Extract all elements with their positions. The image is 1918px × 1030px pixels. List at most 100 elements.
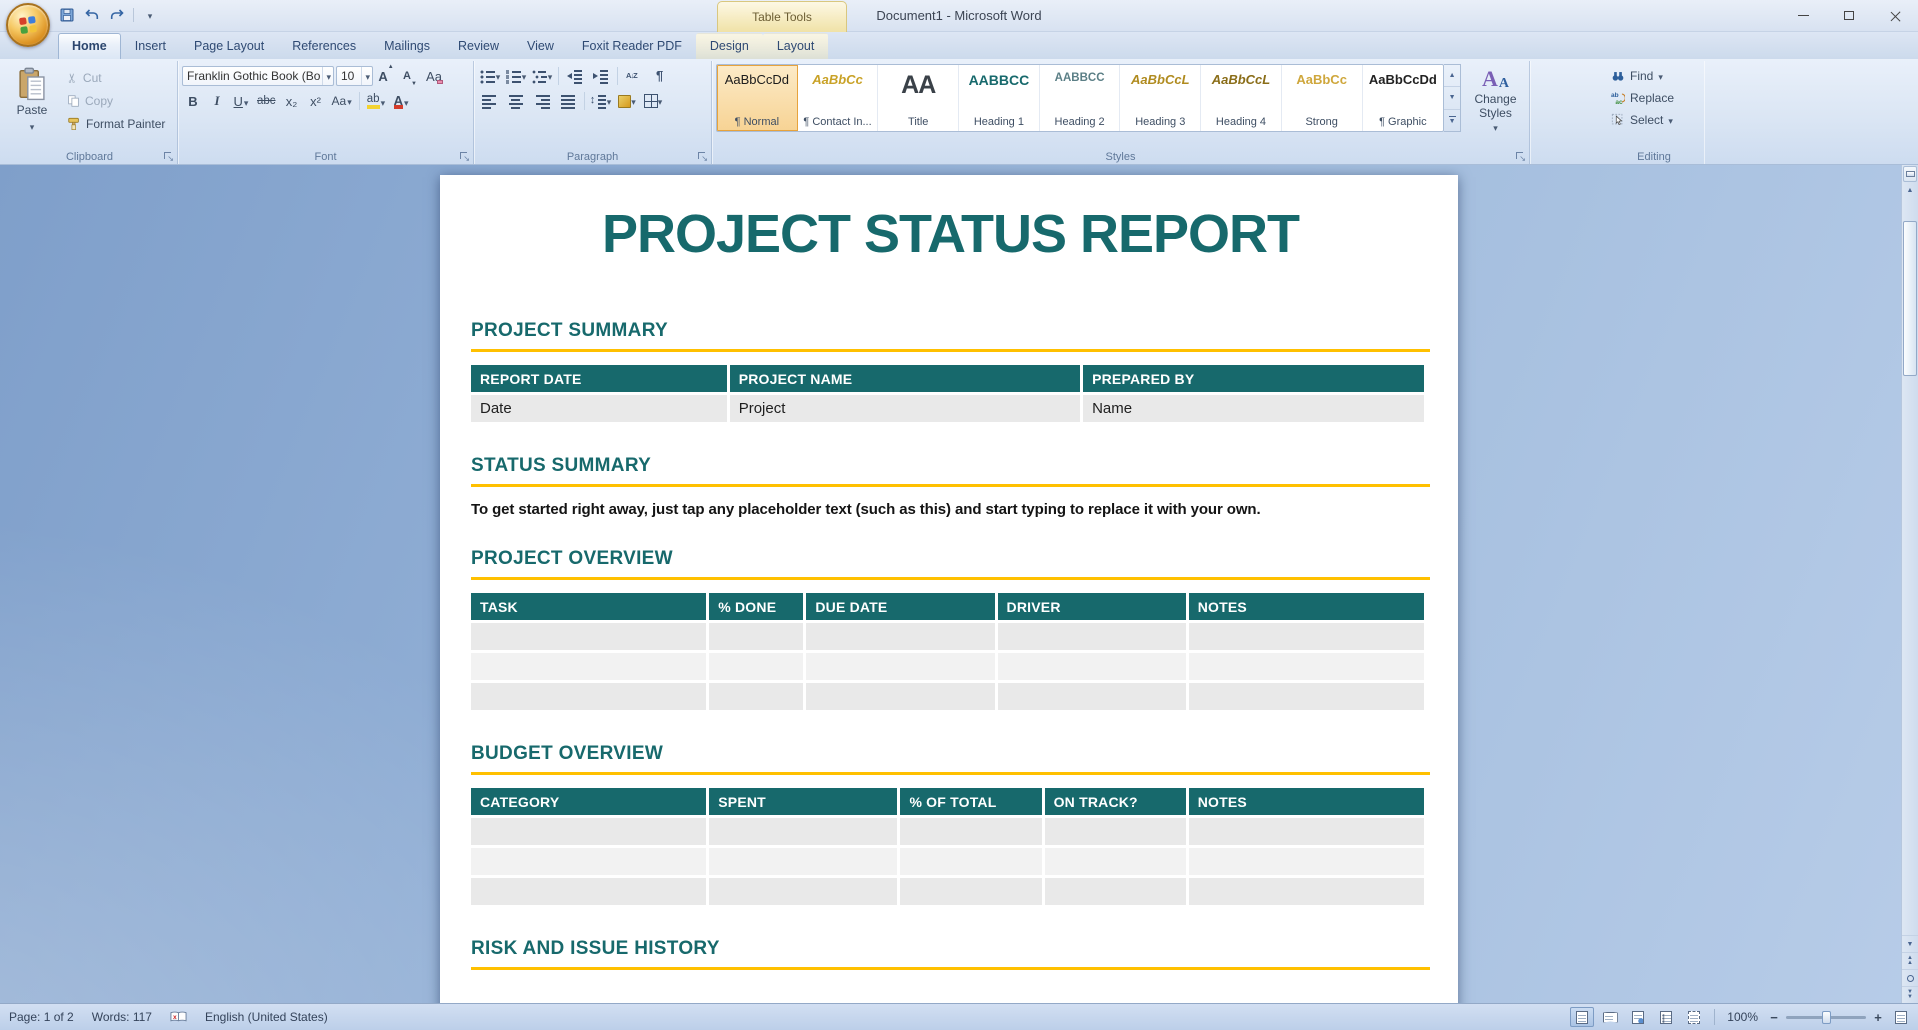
table-cell[interactable] [709,623,803,650]
table-cell[interactable] [1189,623,1424,650]
table-cell[interactable] [998,623,1186,650]
document-title[interactable]: PROJECT STATUS REPORT [471,205,1430,264]
print-layout-view-button[interactable] [1570,1007,1594,1027]
column-header[interactable]: DRIVER [998,593,1186,620]
column-header[interactable]: PREPARED BY [1083,365,1424,392]
tab-insert[interactable]: Insert [121,33,180,59]
scroll-down-button[interactable] [1902,935,1918,952]
table-cell[interactable] [998,683,1186,710]
table-cell[interactable] [1045,848,1186,875]
web-layout-view-button[interactable] [1626,1007,1650,1027]
line-spacing-button[interactable] [589,91,613,112]
style-heading-1[interactable]: AABBCCHeading 1 [959,65,1040,131]
section-heading-budget-overview[interactable]: BUDGET OVERVIEW [471,743,1430,775]
column-header[interactable]: CATEGORY [471,788,706,815]
replace-button[interactable]: abac Replace [1608,87,1700,109]
superscript-button[interactable]: x² [305,91,327,112]
text-highlight-button[interactable]: ab [364,91,388,112]
table-cell[interactable] [471,848,706,875]
styles-scroll-down-button[interactable] [1444,87,1460,109]
table-cell[interactable] [709,878,897,905]
change-styles-button[interactable]: Change Styles [1466,64,1525,134]
word-count[interactable]: Words: 117 [83,1004,161,1030]
style-strong[interactable]: AaBbCcStrong [1282,65,1363,131]
shading-button[interactable] [615,91,639,112]
paste-button[interactable]: Paste [6,63,58,148]
vertical-scrollbar[interactable] [1901,165,1918,1003]
font-dialog-launcher[interactable] [458,150,470,162]
align-left-button[interactable] [478,91,502,112]
table-cell[interactable] [900,848,1041,875]
find-button[interactable]: Find [1608,65,1700,87]
align-center-button[interactable] [504,91,528,112]
undo-button[interactable] [81,4,103,26]
language-indicator[interactable]: English (United States) [196,1004,337,1030]
multilevel-list-button[interactable] [530,66,554,87]
style-heading-4[interactable]: AaBbCcLHeading 4 [1201,65,1282,131]
scrollbar-thumb[interactable] [1903,221,1917,376]
format-painter-button[interactable]: Format Painter [62,113,170,134]
shrink-font-button[interactable]: A [399,66,421,87]
style-heading-2[interactable]: AABBCCHeading 2 [1040,65,1121,131]
minimize-button[interactable] [1780,0,1826,31]
table-cell[interactable] [471,683,706,710]
table-cell[interactable] [709,683,803,710]
column-header[interactable]: NOTES [1189,593,1424,620]
tab-references[interactable]: References [278,33,370,59]
next-page-button[interactable] [1902,986,1918,1003]
subscript-button[interactable]: x₂ [281,91,303,112]
column-header[interactable]: DUE DATE [806,593,994,620]
strikethrough-button[interactable]: abc [254,91,279,112]
maximize-button[interactable] [1826,0,1872,31]
previous-page-button[interactable] [1902,952,1918,969]
tab-review[interactable]: Review [444,33,513,59]
close-button[interactable] [1872,0,1918,31]
column-header[interactable]: REPORT DATE [471,365,727,392]
decrease-indent-button[interactable] [563,66,587,87]
zoom-out-button[interactable] [1766,1009,1782,1025]
table-cell[interactable] [1189,683,1424,710]
paragraph-dialog-launcher[interactable] [696,150,708,162]
align-right-button[interactable] [530,91,554,112]
borders-button[interactable] [641,91,665,112]
styles-more-button[interactable] [1444,110,1460,131]
save-button[interactable] [56,4,78,26]
show-hide-formatting-button[interactable] [648,66,672,87]
zoom-level[interactable]: 100% [1723,1010,1762,1024]
table-cell[interactable] [1189,878,1424,905]
style-heading-3[interactable]: AaBbCcLHeading 3 [1120,65,1201,131]
sort-button[interactable] [622,66,646,87]
table-cell[interactable] [471,878,706,905]
section-heading-project-summary[interactable]: PROJECT SUMMARY [471,320,1430,352]
full-screen-reading-view-button[interactable] [1598,1007,1622,1027]
bullets-button[interactable] [478,66,502,87]
table-cell[interactable] [1189,848,1424,875]
qat-customize-button[interactable] [139,4,161,26]
column-header[interactable]: NOTES [1189,788,1424,815]
styles-dialog-launcher[interactable] [1514,150,1526,162]
redo-button[interactable] [106,4,128,26]
select-button[interactable]: Select [1608,109,1700,131]
grow-font-button[interactable]: A [375,66,397,87]
copy-button[interactable]: Copy [62,90,170,111]
tab-layout[interactable]: Layout [763,33,829,59]
fit-page-button[interactable] [1890,1008,1912,1027]
table-cell[interactable] [471,818,706,845]
table-cell[interactable]: Date [471,395,727,422]
column-header[interactable]: % OF TOTAL [900,788,1041,815]
table-cell[interactable] [471,653,706,680]
style-contact-info[interactable]: AaBbCc¶ Contact In... [798,65,879,131]
change-case-button[interactable]: Aa [329,91,355,112]
italic-button[interactable]: I [206,91,228,112]
tab-page-layout[interactable]: Page Layout [180,33,278,59]
font-family-combo[interactable]: Franklin Gothic Book (Bo [182,66,334,86]
zoom-slider-thumb[interactable] [1822,1011,1831,1024]
table-cell[interactable] [1045,818,1186,845]
draft-view-button[interactable] [1682,1007,1706,1027]
table-cell[interactable] [709,818,897,845]
table-cell[interactable]: Project [730,395,1080,422]
tab-mailings[interactable]: Mailings [370,33,444,59]
table-cell[interactable] [806,683,994,710]
cut-button[interactable]: ✂ Cut [62,67,170,88]
style-normal[interactable]: AaBbCcDd¶ Normal [717,65,798,131]
